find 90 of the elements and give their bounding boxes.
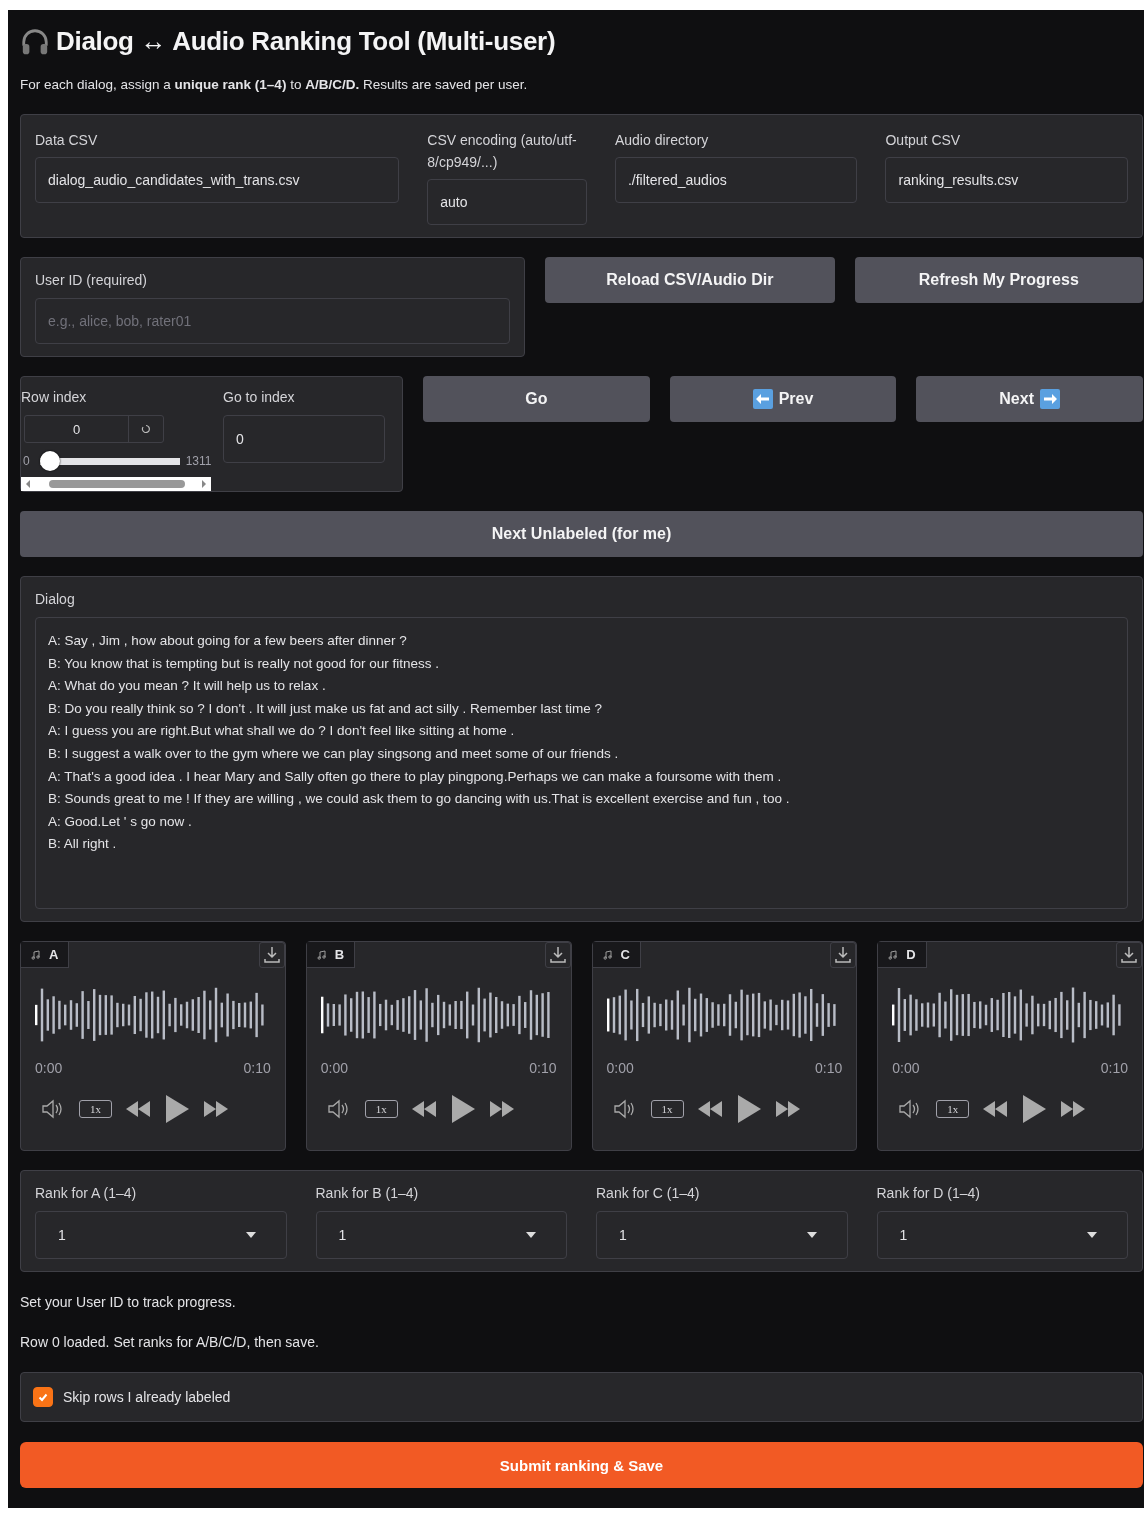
field-label: Rank for B (1–4) — [315, 1185, 420, 1201]
action-button[interactable]: Refresh My Progress — [854, 257, 1143, 303]
duration: 0:10 — [529, 1060, 557, 1076]
current-time: 0:00 — [35, 1060, 63, 1076]
duration: 0:10 — [243, 1060, 271, 1076]
audio-label: B — [306, 942, 356, 968]
audio-label: D — [878, 942, 927, 968]
field-label: Data CSV — [35, 131, 99, 150]
duration: 0:10 — [815, 1060, 843, 1076]
index-field[interactable]: 0 — [223, 415, 385, 463]
input-field[interactable]: ranking_results.csv — [885, 157, 1128, 203]
rewind-icon[interactable] — [124, 1099, 152, 1119]
dialog-line: A: Say , Jim , how about going for a few beers after dinner ? — [48, 632, 408, 650]
rank-dropdown[interactable]: 1 — [596, 1211, 848, 1259]
status-message: Set your User ID to track progress. — [20, 1294, 237, 1310]
nav-button[interactable]: Next — [916, 376, 1143, 422]
field-label: Go to index — [223, 389, 296, 405]
music-note-icon — [31, 949, 41, 960]
rank-dropdown[interactable]: 1 — [315, 1211, 567, 1259]
speed-button[interactable]: 1x — [650, 1100, 684, 1118]
field-label: CSV encoding (auto/utf-8/cp949/...) — [427, 131, 578, 172]
reset-icon[interactable] — [141, 424, 151, 434]
status-message: Row 0 loaded. Set ranks for A/B/C/D, then save. — [20, 1334, 320, 1350]
dialog-line: A: Good.Let ' s go now . — [48, 812, 193, 831]
input-field[interactable]: ./filtered_audios — [614, 157, 858, 203]
next-unlabeled-button[interactable]: Next Unlabeled (for me) — [20, 511, 1143, 557]
field-label: Rank for A (1–4) — [35, 1185, 138, 1201]
download-icon[interactable] — [544, 942, 571, 968]
checkmark-icon — [37, 1391, 49, 1403]
fast-forward-icon[interactable] — [202, 1099, 230, 1119]
field-label: Rank for D (1–4) — [876, 1185, 981, 1201]
slider-max: 1311 — [185, 454, 212, 468]
dialog-line: A: That's a good idea . I hear Mary and Sally often go there to play pingpong.Perhaps we can make a foursome with them . — [48, 767, 783, 786]
music-note-icon — [888, 949, 899, 960]
play-icon[interactable] — [449, 1094, 476, 1124]
play-icon[interactable] — [164, 1094, 190, 1124]
download-icon[interactable] — [1116, 942, 1142, 968]
current-time: 0:00 — [892, 1060, 920, 1076]
dialog-line: B: All right . — [48, 835, 118, 854]
checkbox[interactable] — [33, 1387, 53, 1407]
field-label: Dialog — [35, 591, 76, 607]
action-button[interactable]: Reload CSV/Audio Dir — [545, 257, 835, 303]
speed-button[interactable]: 1x — [936, 1100, 970, 1118]
nav-button[interactable]: Go — [423, 376, 650, 422]
dialog-line: B: Do you really think so ? I don't . It will just make us fat and act silly . Remember last time ? — [48, 699, 604, 718]
page-title: Dialog ↔ Audio Ranking Tool (Multi-user) — [56, 26, 556, 57]
download-icon[interactable] — [258, 942, 285, 968]
slider-min: 0 — [23, 454, 30, 468]
field-label: Audio directory — [614, 131, 710, 150]
caret-icon — [526, 1232, 536, 1238]
rank-dropdown[interactable]: 1 — [35, 1211, 287, 1259]
fast-forward-icon[interactable] — [773, 1099, 802, 1119]
download-icon[interactable] — [830, 942, 857, 968]
nav-button[interactable]: Prev — [669, 376, 897, 422]
music-note-icon — [602, 949, 613, 960]
duration: 0:10 — [1100, 1060, 1128, 1076]
current-time: 0:00 — [606, 1060, 634, 1076]
field-label: User ID (required) — [35, 272, 149, 288]
audio-label: A — [21, 942, 70, 968]
rewind-icon[interactable] — [981, 1099, 1010, 1119]
play-icon[interactable] — [1021, 1094, 1048, 1124]
dialog-line: A: I guess you are right.But what shall we do ? I don't feel like sitting at home . — [48, 722, 516, 741]
dialog-line: B: Sounds great to me ! If they are willing , we could ask them to go dancing with us.That is excellent exercise and fun , too . — [48, 790, 791, 809]
input-field[interactable]: auto — [427, 179, 587, 225]
instructions-text: For each dialog, assign a unique rank (1–4) to A/B/C/D. Results are saved per user. — [20, 77, 529, 92]
number-field[interactable]: 0 — [24, 415, 164, 443]
speed-button[interactable]: 1x — [364, 1100, 398, 1118]
play-icon[interactable] — [735, 1094, 762, 1124]
music-note-icon — [316, 949, 327, 960]
headphones-icon — [20, 26, 50, 57]
slider-thumb[interactable] — [39, 451, 60, 471]
user-id-field[interactable]: e.g., alice, bob, rater01 — [35, 298, 511, 344]
dialog-textarea[interactable] — [35, 617, 1128, 909]
audio-label: C — [592, 942, 641, 968]
field-label: Output CSV — [885, 131, 962, 150]
speed-button[interactable]: 1x — [79, 1100, 112, 1118]
field-label: Row index — [21, 389, 88, 405]
caret-icon — [806, 1232, 817, 1238]
skip-checkbox[interactable]: Skip rows I already labeled — [33, 1387, 231, 1407]
current-time: 0:00 — [320, 1060, 348, 1076]
input-field[interactable]: dialog_audio_candidates_with_trans.csv — [35, 157, 400, 203]
caret-icon — [1087, 1232, 1097, 1238]
scrollbar[interactable] — [21, 477, 211, 491]
rank-dropdown[interactable]: 1 — [876, 1211, 1128, 1259]
dialog-line: B: You know that is tempting but is really not good for our fitness . — [48, 654, 440, 673]
fast-forward-icon[interactable] — [487, 1099, 516, 1119]
caret-icon — [245, 1232, 256, 1238]
dialog-line: B: I suggest a walk over to the gym where we can play singsong and meet some of our friends . — [48, 744, 620, 763]
dialog-line: A: What do you mean ? It will help us to relax . — [48, 677, 327, 696]
field-label: Rank for C (1–4) — [596, 1185, 701, 1201]
